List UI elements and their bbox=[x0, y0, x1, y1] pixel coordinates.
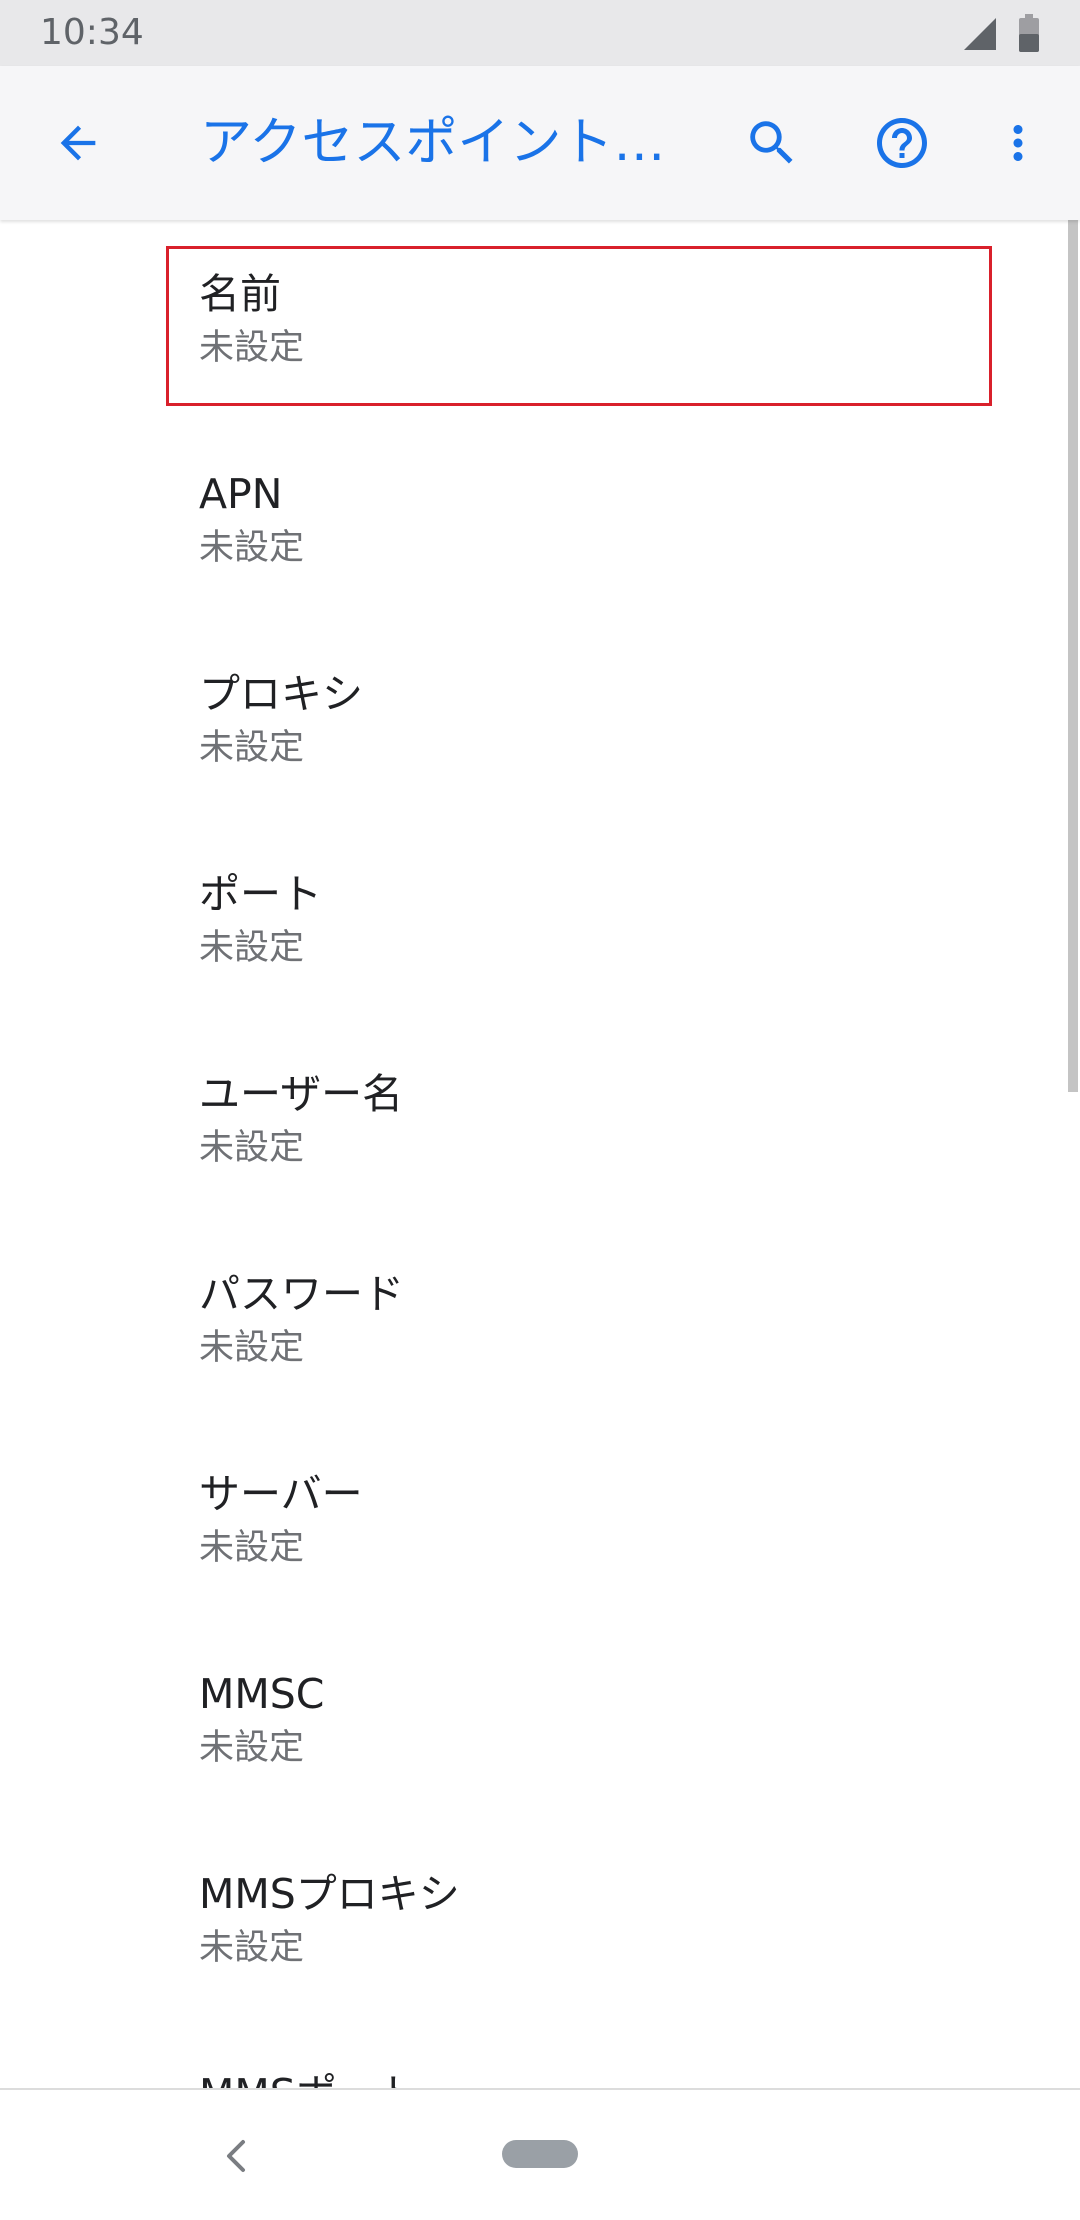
pref-title: MMSプロキシ bbox=[199, 1870, 460, 1918]
pref-item-password[interactable]: パスワード 未設定 bbox=[166, 1246, 992, 1406]
back-arrow-icon bbox=[60, 125, 96, 161]
pref-summary: 未設定 bbox=[199, 1128, 305, 1168]
help-button[interactable] bbox=[862, 103, 942, 183]
battery-icon bbox=[1019, 14, 1039, 52]
pref-summary: 未設定 bbox=[199, 1928, 305, 1968]
pref-title: サーバー bbox=[199, 1470, 363, 1518]
screen: 10:34 アクセスポイント… 名前 未設定 APN 未設定 プロキシ 未設定 … bbox=[0, 0, 1080, 2220]
more-vert-icon bbox=[1013, 125, 1023, 161]
pref-item-apn[interactable]: APN 未設定 bbox=[166, 446, 992, 606]
home-pill-icon[interactable] bbox=[502, 2140, 578, 2168]
pref-summary: 未設定 bbox=[199, 728, 305, 768]
pref-title: 名前 bbox=[199, 270, 281, 318]
help-icon bbox=[877, 118, 927, 168]
pref-summary: 未設定 bbox=[199, 1328, 305, 1368]
signal-icon bbox=[964, 18, 996, 50]
search-button[interactable] bbox=[732, 103, 812, 183]
apn-settings-list: 名前 未設定 APN 未設定 プロキシ 未設定 ポート 未設定 ユーザー名 未設… bbox=[0, 220, 1080, 2090]
pref-item-server[interactable]: サーバー 未設定 bbox=[166, 1446, 992, 1606]
pref-item-mms-port[interactable]: MMSポート bbox=[166, 2046, 992, 2090]
more-options-button[interactable] bbox=[978, 103, 1058, 183]
pref-title: APN bbox=[199, 470, 283, 518]
pref-item-name[interactable]: 名前 未設定 bbox=[166, 246, 992, 406]
pref-summary: 未設定 bbox=[199, 1728, 305, 1768]
search-icon bbox=[750, 121, 793, 164]
pref-title: パスワード bbox=[199, 1270, 404, 1318]
pref-title: プロキシ bbox=[199, 670, 363, 718]
pref-summary: 未設定 bbox=[199, 1528, 305, 1568]
pref-title: ユーザー名 bbox=[199, 1070, 404, 1118]
scrollbar[interactable] bbox=[1068, 220, 1078, 1092]
pref-item-mms-proxy[interactable]: MMSプロキシ 未設定 bbox=[166, 1846, 992, 2006]
pref-summary: 未設定 bbox=[199, 928, 305, 968]
back-button[interactable] bbox=[38, 103, 118, 183]
pref-title: MMSC bbox=[199, 1670, 325, 1718]
status-time: 10:34 bbox=[40, 12, 144, 53]
pref-item-proxy[interactable]: プロキシ 未設定 bbox=[166, 646, 992, 806]
app-title: アクセスポイント… bbox=[200, 113, 666, 173]
pref-summary: 未設定 bbox=[199, 328, 305, 368]
pref-title: ポート bbox=[199, 870, 322, 918]
navigation-bar bbox=[0, 2088, 1080, 2220]
app-bar: アクセスポイント… bbox=[0, 66, 1080, 220]
pref-item-port[interactable]: ポート 未設定 bbox=[166, 846, 992, 1006]
pref-summary: 未設定 bbox=[199, 528, 305, 568]
nav-back-button[interactable] bbox=[212, 2124, 260, 2188]
nav-back-icon bbox=[227, 2140, 245, 2172]
pref-item-username[interactable]: ユーザー名 未設定 bbox=[166, 1046, 992, 1206]
status-bar: 10:34 bbox=[0, 0, 1080, 66]
pref-title: MMSポート bbox=[199, 2068, 419, 2090]
pref-item-mmsc[interactable]: MMSC 未設定 bbox=[166, 1646, 992, 1806]
